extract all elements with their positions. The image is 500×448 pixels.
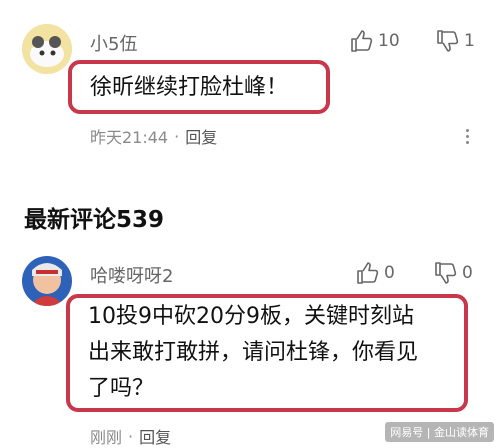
latest-comments-title: 最新评论539 bbox=[24, 207, 165, 233]
dislike-count: 0 bbox=[462, 263, 473, 283]
comment-text: 10投9中砍20分9板，关键时刻站 出来敢打敢拼，请问杜锋，你看见 了吗？ bbox=[88, 299, 460, 407]
comment-time: 昨天21:44 bbox=[90, 128, 169, 147]
thumbs-down-icon bbox=[435, 262, 457, 284]
thumbs-down-icon bbox=[437, 30, 459, 52]
comment-meta: 昨天21:44 · 回复 bbox=[90, 124, 217, 148]
avatar[interactable] bbox=[22, 24, 72, 74]
dislike-button[interactable]: 0 bbox=[434, 262, 473, 284]
comment-username[interactable]: 哈喽呀呀2 bbox=[90, 262, 173, 288]
reply-button[interactable]: 回复 bbox=[139, 424, 171, 448]
separator-dot: · bbox=[128, 426, 134, 446]
comment-meta: 刚刚 · 回复 bbox=[90, 424, 171, 448]
like-count: 10 bbox=[378, 31, 400, 51]
comment-text-line: 出来敢打敢拼，请问杜锋，你看见 bbox=[88, 340, 419, 365]
dislike-button[interactable]: 1 bbox=[436, 30, 475, 52]
separator-dot: · bbox=[174, 126, 180, 146]
avatar-image bbox=[22, 24, 72, 74]
comment-time: 刚刚 bbox=[90, 428, 123, 447]
avatar-image bbox=[22, 256, 72, 306]
thumbs-up-icon bbox=[357, 262, 379, 284]
avatar[interactable] bbox=[22, 256, 72, 306]
like-count: 0 bbox=[384, 263, 395, 283]
more-vertical-icon[interactable] bbox=[466, 126, 470, 147]
reply-button[interactable]: 回复 bbox=[185, 124, 217, 148]
dislike-count: 1 bbox=[464, 31, 475, 51]
like-button[interactable]: 0 bbox=[356, 262, 395, 284]
thumbs-up-icon bbox=[351, 30, 373, 52]
comment-username[interactable]: 小5伍 bbox=[90, 30, 137, 56]
like-button[interactable]: 10 bbox=[350, 30, 400, 52]
watermark: 网易号 | 金山读体育 bbox=[385, 422, 494, 442]
comment-text: 徐昕继续打脸杜峰！ bbox=[90, 75, 289, 100]
comment-text-line: 10投9中砍20分9板，关键时刻站 bbox=[88, 304, 414, 329]
comment-text-line: 了吗？ bbox=[88, 376, 155, 401]
